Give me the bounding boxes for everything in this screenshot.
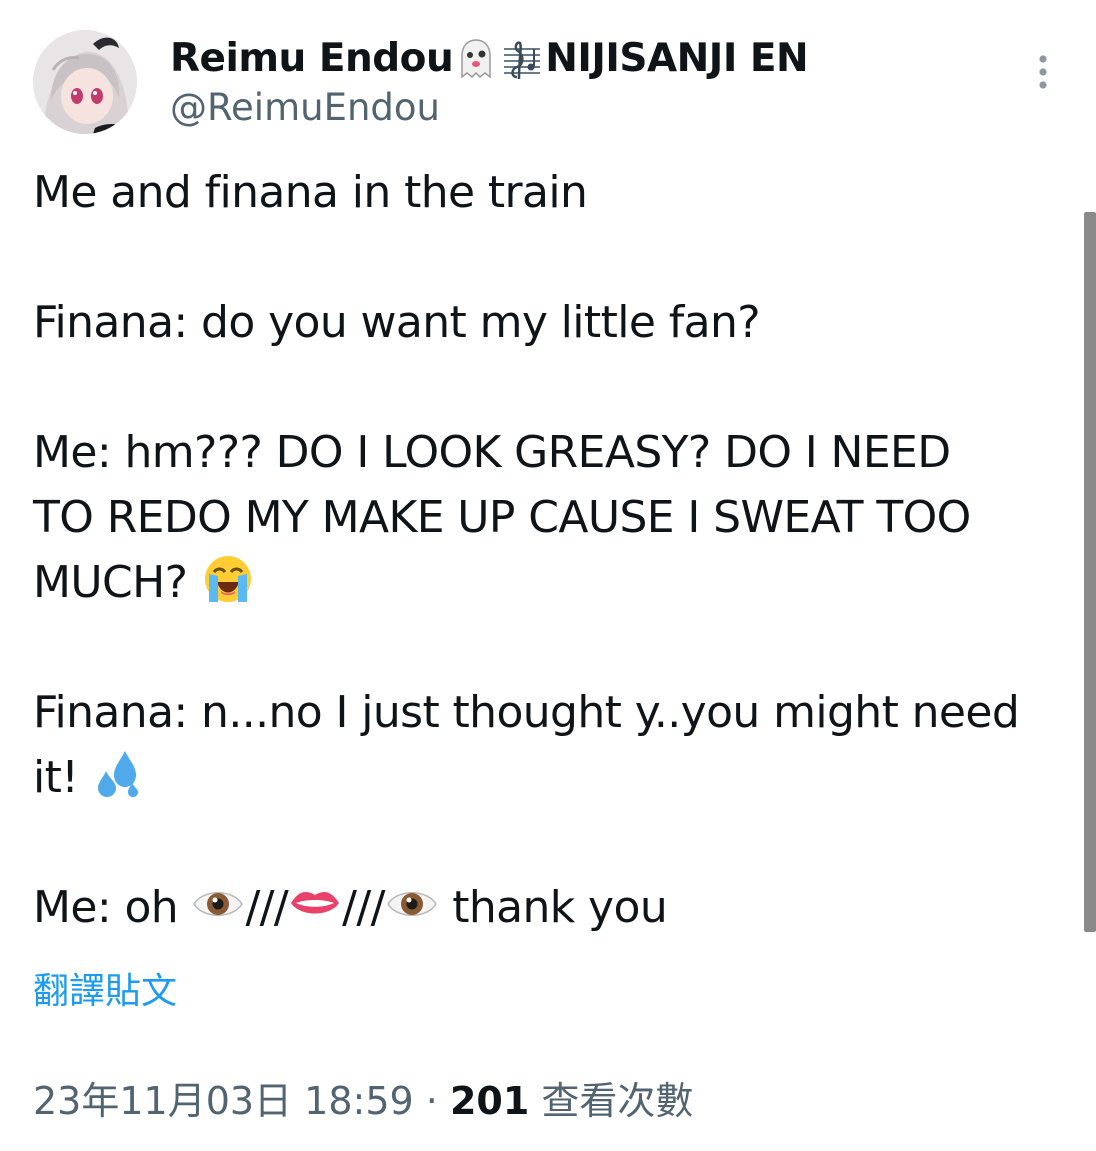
tweet-line: Me: oh /// /// thank you <box>33 875 1073 940</box>
tweet-text: Me and finana in the train Finana: do yo… <box>33 160 1073 940</box>
tweet-line: MUCH? <box>33 550 1073 615</box>
tweet-paragraph: Me and finana in the train <box>33 160 1073 225</box>
tweet-line: Me and finana in the train <box>33 167 588 218</box>
tweet-paragraph: Me: hm??? DO I LOOK GREASY? DO I NEED TO… <box>33 420 1073 615</box>
tweet-line-text: /// <box>245 882 289 933</box>
sweat-droplets-emoji <box>92 747 146 801</box>
tweet-line-text: Me: oh <box>33 882 192 933</box>
tweet-line-text: it! <box>33 752 79 803</box>
tweet-date[interactable]: 23年11月03日 <box>33 1079 292 1123</box>
display-name-affiliation: NIJISANJI EN <box>545 36 809 81</box>
tweet-paragraph: Finana: do you want my little fan? <box>33 290 1073 355</box>
eye-emoji <box>385 877 439 931</box>
translate-post-link[interactable]: 翻譯貼文 <box>33 962 177 1014</box>
more-options-button[interactable] <box>1026 52 1060 92</box>
tweet-line-text: /// <box>342 882 385 933</box>
ghost-emoji <box>454 37 498 81</box>
tweet-line: it! <box>33 745 1073 810</box>
display-name-text: Reimu Endou <box>170 36 454 81</box>
tweet-line-text: thank you <box>438 882 668 933</box>
tweet-meta: 23年11月03日 18:59 · 201 查看次數 <box>33 1070 693 1125</box>
loudly-crying-face-emoji <box>201 552 255 606</box>
meta-separator: · <box>425 1079 438 1123</box>
tweet-paragraph: Me: oh /// /// thank you <box>33 875 1073 940</box>
tweet-line: Finana: do you want my little fan? <box>33 297 761 348</box>
tweet-line: TO REDO MY MAKE UP CAUSE I SWEAT TOO <box>33 492 971 543</box>
tweet-paragraph: Finana: n...no I just thought y..you mig… <box>33 680 1073 810</box>
tweet-line: Finana: n...no I just thought y..you mig… <box>33 687 1020 738</box>
display-name[interactable]: Reimu Endou NIJISANJI EN <box>170 36 809 81</box>
tweet-time[interactable]: 18:59 <box>304 1079 414 1123</box>
music-score-emoji <box>500 37 544 81</box>
avatar-image <box>33 30 137 134</box>
user-handle[interactable]: @ReimuEndou <box>170 86 440 129</box>
scrollbar[interactable] <box>1084 212 1096 932</box>
more-vertical-icon <box>1039 55 1047 89</box>
tweet-line-text: MUCH? <box>33 557 188 608</box>
avatar[interactable] <box>33 30 137 134</box>
eye-emoji <box>191 877 245 931</box>
tweet-line: Me: hm??? DO I LOOK GREASY? DO I NEED <box>33 427 951 478</box>
views-label: 查看次數 <box>541 1079 694 1123</box>
mouth-emoji <box>288 877 342 931</box>
views-count: 201 <box>449 1079 530 1123</box>
